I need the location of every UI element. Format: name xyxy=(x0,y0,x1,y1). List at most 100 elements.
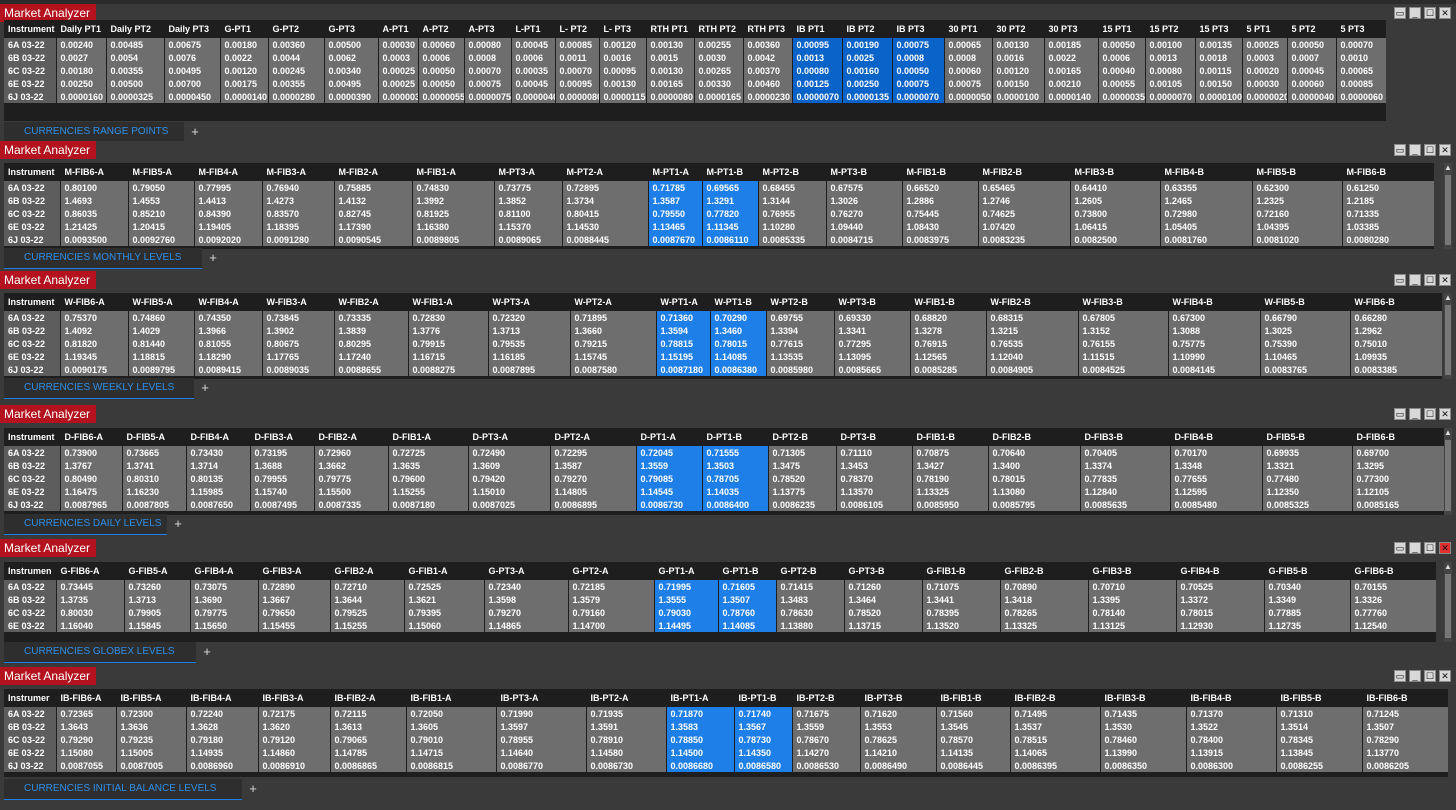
column-header[interactable]: G-FIB4-A xyxy=(190,562,259,580)
column-header[interactable]: M-PT3-B xyxy=(826,163,903,181)
maximize-button[interactable]: ☐ xyxy=(1424,7,1436,19)
column-header[interactable]: 30 PT2 xyxy=(992,20,1045,38)
table-row[interactable]: 6A 03-22 0.00240 0.00485 0.00675 0.00180 0.00… xyxy=(4,38,1386,51)
column-header[interactable]: G-FIB2-A xyxy=(330,562,405,580)
column-header[interactable]: Instrumer xyxy=(4,689,57,707)
add-tab-button[interactable]: + xyxy=(171,517,185,531)
column-header[interactable]: G-FIB2-B xyxy=(1000,562,1089,580)
column-header[interactable]: D-FIB2-A xyxy=(314,428,389,446)
column-header[interactable]: L- PT2 xyxy=(555,20,600,38)
column-header[interactable]: W-FIB1-A xyxy=(408,293,489,311)
column-header[interactable]: Daily PT1 xyxy=(56,20,107,38)
maximize-button[interactable]: ☐ xyxy=(1424,670,1436,682)
tab-4[interactable]: CURRENCIES DAILY LEVELS xyxy=(4,514,167,535)
table-row[interactable]: 6J 03-22 0.0090175 0.0089795 0.0089415 0.008… xyxy=(4,363,1442,376)
column-header[interactable]: D-FIB1-B xyxy=(912,428,989,446)
maximize-button[interactable]: ☐ xyxy=(1424,274,1436,286)
column-header[interactable]: D-FIB2-B xyxy=(988,428,1081,446)
table-row[interactable]: 6E 03-22 1.16475 1.16230 1.15985 1.15740 1.15… xyxy=(4,485,1444,498)
add-tab-button[interactable]: + xyxy=(198,381,212,395)
table-row[interactable]: 6A 03-22 0.73445 0.73260 0.73075 0.72890 0.72… xyxy=(4,580,1436,593)
add-tab-button[interactable]: + xyxy=(246,782,260,796)
table-row[interactable]: 6C 03-22 0.80030 0.79905 0.79775 0.79650 0.79… xyxy=(4,606,1436,619)
column-header[interactable]: Instrument xyxy=(4,293,61,311)
column-header[interactable]: G-PT1 xyxy=(220,20,269,38)
table-row[interactable]: 6A 03-22 0.72365 0.72300 0.72240 0.72175 0.72… xyxy=(4,707,1448,720)
column-header[interactable]: IB-PT1-B xyxy=(734,689,793,707)
column-header[interactable]: G-PT3-A xyxy=(484,562,569,580)
scroll-thumb[interactable] xyxy=(1445,440,1451,511)
column-header[interactable]: G-PT1-B xyxy=(718,562,777,580)
column-header[interactable]: Instrument xyxy=(4,163,61,181)
column-header[interactable]: G-PT1-A xyxy=(654,562,719,580)
add-tab-button[interactable]: + xyxy=(206,251,220,265)
column-header[interactable]: IB-FIB4-A xyxy=(186,689,259,707)
column-header[interactable]: M-FIB3-A xyxy=(262,163,335,181)
column-header[interactable]: G-FIB3-A xyxy=(258,562,331,580)
column-header[interactable]: IB-FIB5-A xyxy=(116,689,187,707)
scroll-thumb[interactable] xyxy=(1445,305,1451,375)
tab-6[interactable]: CURRENCIES INITIAL BALANCE LEVELS xyxy=(4,779,242,800)
column-header[interactable]: IB-PT2-A xyxy=(586,689,667,707)
column-header[interactable]: D-FIB5-B xyxy=(1262,428,1353,446)
column-header[interactable]: RTH PT3 xyxy=(743,20,793,38)
column-header[interactable]: G-FIB3-B xyxy=(1088,562,1177,580)
scroll-thumb[interactable] xyxy=(1445,574,1451,638)
title-bar[interactable]: Market Analyzer ▭ _ ☐ ✕ xyxy=(0,667,1456,685)
column-header[interactable]: W-FIB2-B xyxy=(986,293,1079,311)
column-header[interactable]: W-PT1-B xyxy=(710,293,767,311)
vertical-scrollbar[interactable]: ▲ xyxy=(1444,163,1452,249)
table-row[interactable]: 6C 03-22 0.80490 0.80310 0.80135 0.79955 0.79… xyxy=(4,472,1444,485)
column-header[interactable]: Daily PT3 xyxy=(164,20,221,38)
column-header[interactable]: M-PT1-B xyxy=(702,163,759,181)
column-header[interactable]: W-PT2-A xyxy=(570,293,657,311)
column-header[interactable]: IB PT1 xyxy=(792,20,843,38)
table-row[interactable]: 6B 03-22 1.3735 1.3713 1.3690 1.3667 1.3644 1.… xyxy=(4,593,1436,606)
column-header[interactable]: G-PT2-B xyxy=(776,562,845,580)
vertical-scrollbar[interactable]: ▲ xyxy=(1444,293,1452,379)
column-header[interactable]: M-FIB1-A xyxy=(412,163,495,181)
table-row[interactable]: 6C 03-22 0.81820 0.81440 0.81055 0.80675 0.80… xyxy=(4,337,1442,350)
column-header[interactable]: G-FIB1-B xyxy=(922,562,1001,580)
column-header[interactable]: D-PT3-B xyxy=(836,428,913,446)
column-header[interactable]: W-PT2-B xyxy=(766,293,835,311)
column-header[interactable]: G-FIB6-A xyxy=(56,562,125,580)
minimize-button[interactable]: _ xyxy=(1409,670,1421,682)
column-header[interactable]: D-PT1-A xyxy=(636,428,703,446)
column-header[interactable]: D-FIB6-A xyxy=(60,428,123,446)
column-header[interactable]: M-FIB6-B xyxy=(1342,163,1434,181)
column-header[interactable]: G-FIB4-B xyxy=(1176,562,1265,580)
column-header[interactable]: M-PT3-A xyxy=(494,163,563,181)
column-header[interactable]: Instrument xyxy=(4,428,61,446)
scroll-up-icon[interactable]: ▲ xyxy=(1444,562,1452,572)
title-bar[interactable]: Market Analyzer ▭ _ ☐ ✕ xyxy=(0,539,1456,557)
minimize-button[interactable]: _ xyxy=(1409,542,1421,554)
table-row[interactable]: 6A 03-22 0.75370 0.74860 0.74350 0.73845 0.73… xyxy=(4,311,1442,324)
column-header[interactable]: D-PT1-B xyxy=(702,428,769,446)
column-header[interactable]: G-FIB6-B xyxy=(1350,562,1436,580)
restore-button[interactable]: ▭ xyxy=(1394,144,1406,156)
table-row[interactable]: 6E 03-22 0.00250 0.00500 0.00700 0.00175 0.00… xyxy=(4,77,1386,90)
table-row[interactable]: 6J 03-22 0.0087055 0.0087005 0.0086960 0.008… xyxy=(4,759,1448,772)
column-header[interactable]: RTH PT2 xyxy=(694,20,744,38)
column-header[interactable]: 15 PT1 xyxy=(1098,20,1146,38)
table-row[interactable]: 6J 03-22 0.0000160 0.0000325 0.0000450 0.000… xyxy=(4,90,1386,103)
table-row[interactable]: 6C 03-22 0.79290 0.79235 0.79180 0.79120 0.79… xyxy=(4,733,1448,746)
column-header[interactable]: 30 PT1 xyxy=(944,20,993,38)
table-row[interactable]: 6E 03-22 1.15080 1.15005 1.14935 1.14860 1.14… xyxy=(4,746,1448,759)
table-row[interactable]: 6J 03-22 0.0093500 0.0092760 0.0092020 0.009… xyxy=(4,233,1434,246)
vertical-scrollbar[interactable]: ▲ xyxy=(1444,562,1452,642)
column-header[interactable]: M-FIB5-A xyxy=(128,163,195,181)
column-header[interactable]: IB-PT3-B xyxy=(860,689,937,707)
table-row[interactable]: 6B 03-22 1.3643 1.3636 1.3628 1.3620 1.3613 1.… xyxy=(4,720,1448,733)
column-header[interactable]: 5 PT1 xyxy=(1242,20,1288,38)
minimize-button[interactable]: _ xyxy=(1409,408,1421,420)
column-header[interactable]: IB PT2 xyxy=(842,20,893,38)
column-header[interactable]: M-FIB5-B xyxy=(1252,163,1343,181)
column-header[interactable]: D-FIB6-B xyxy=(1352,428,1444,446)
column-header[interactable]: M-FIB6-A xyxy=(60,163,129,181)
column-header[interactable]: D-FIB3-B xyxy=(1080,428,1171,446)
column-header[interactable]: A-PT3 xyxy=(464,20,512,38)
column-header[interactable]: Instrument xyxy=(4,20,57,38)
table-row[interactable]: 6E 03-22 1.19345 1.18815 1.18290 1.17765 1.17… xyxy=(4,350,1442,363)
